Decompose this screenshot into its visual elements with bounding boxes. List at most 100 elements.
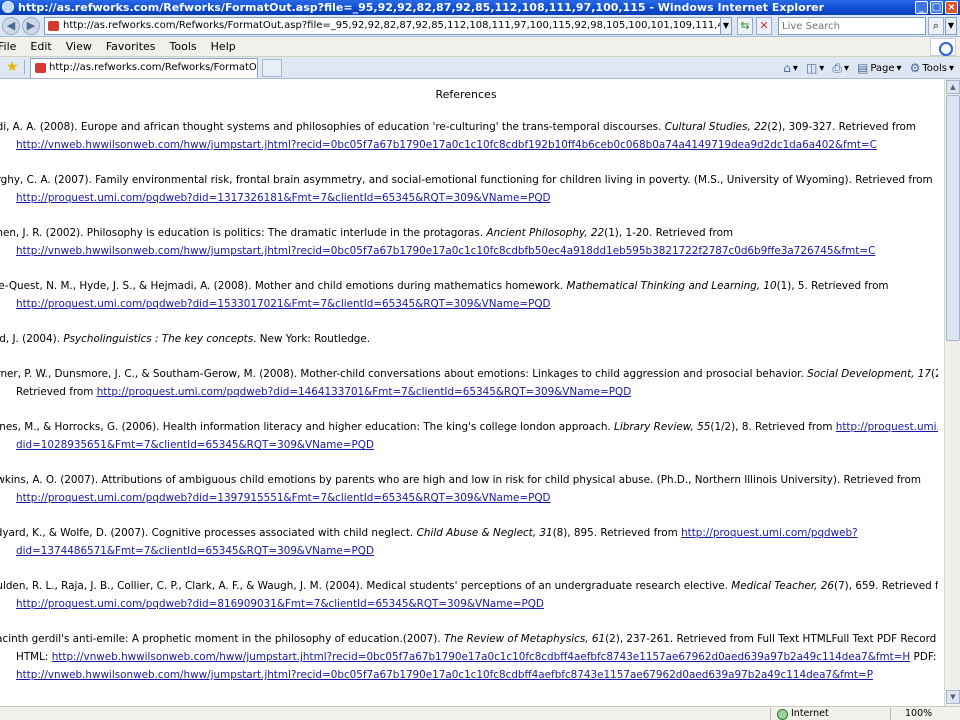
reference-link[interactable]: http://proquest.umi.com/pqdweb?did=81690… <box>16 598 544 610</box>
scroll-up-button[interactable]: ▲ <box>946 80 960 94</box>
search-button[interactable]: ⌕ <box>928 17 944 35</box>
search-input[interactable] <box>778 17 926 35</box>
print-icon: ⎙ <box>832 60 842 75</box>
feeds-button[interactable]: ◫ ▾ <box>806 61 824 75</box>
reference-entry: oulden, R. L., Raja, J. B., Collier, C. … <box>0 577 938 613</box>
scroll-down-button[interactable]: ▼ <box>946 690 960 704</box>
tab-favicon-icon <box>35 63 46 73</box>
reference-link[interactable]: http://proquest.umi.com/pqdweb?did=13979… <box>16 492 551 504</box>
reference-line: did=1028935651&Fmt=7&clientId=65345&RQT=… <box>0 436 938 454</box>
reference-line: yacinth gerdil's anti-emile: A prophetic… <box>0 630 938 648</box>
reference-text: awkins, A. O. (2007). Attributions of am… <box>0 474 921 486</box>
menu-edit[interactable]: Edit <box>23 37 58 57</box>
reference-source-title: Mathematical Thinking and Learning, 10 <box>566 280 777 292</box>
minimize-button[interactable]: _ <box>915 1 928 14</box>
vertical-scrollbar[interactable]: ▲ ▼ <box>944 79 960 706</box>
address-toolbar: ◀ ▶ http://as.refworks.com/Refworks/Form… <box>0 15 960 37</box>
reference-source-title: Ancient Philosophy, 22 <box>486 227 605 239</box>
reference-text: (1), 1-20. Retrieved from <box>604 227 734 239</box>
new-tab-button[interactable] <box>262 59 282 77</box>
feeds-icon: ◫ <box>805 61 818 75</box>
reference-source-title: Cultural Studies, 22 <box>664 121 768 133</box>
reference-entry: awkins, A. O. (2007). Attributions of am… <box>0 471 938 507</box>
page-favicon-icon <box>48 21 59 31</box>
tab-label: http://as.refworks.com/Refworks/FormatOu… <box>49 62 257 73</box>
reference-text: (2), 309-327. Retrieved from <box>767 121 917 133</box>
reference-line: urghy, C. A. (2007). Family environmenta… <box>0 171 938 189</box>
reference-line: http://proquest.umi.com/pqdweb?did=15330… <box>0 295 938 313</box>
home-button[interactable]: ⌂ ▾ <box>783 61 798 75</box>
address-dropdown-button[interactable]: ▼ <box>720 17 732 35</box>
reference-text: (1/2), 8. Retrieved from <box>710 421 836 433</box>
menu-help[interactable]: Help <box>204 37 243 57</box>
menu-file[interactable]: File <box>0 37 23 57</box>
reference-entry: aines, M., & Horrocks, G. (2006). Health… <box>0 418 938 454</box>
refresh-button[interactable]: ⇆ <box>737 17 753 35</box>
reference-link[interactable]: did=1028935651&Fmt=7&clientId=65345&RQT=… <box>16 439 374 451</box>
search-options-button[interactable]: ▼ <box>945 17 957 35</box>
favorites-star-icon[interactable]: ★ <box>6 59 22 75</box>
menu-bar: File Edit View Favorites Tools Help <box>0 37 960 57</box>
page-menu-button[interactable]: ▤ Page ▾ <box>857 61 902 75</box>
reference-link[interactable]: http://proquest.umi.com/pqdweb?did=13173… <box>16 192 551 204</box>
reference-entry: lse-Quest, N. M., Hyde, J. S., & Hejmadi… <box>0 277 938 313</box>
menu-favorites[interactable]: Favorites <box>99 37 163 57</box>
reference-line: http://proquest.umi.com/pqdweb?did=13979… <box>0 489 938 507</box>
address-input[interactable]: http://as.refworks.com/Refworks/FormatOu… <box>44 17 732 35</box>
reference-line: Retrieved from http://proquest.umi.com/p… <box>0 383 938 401</box>
reference-text: (7), 659. Retrieved from <box>834 580 938 592</box>
reference-text: (2), 237-261. Retrieved from Full Text H… <box>605 633 938 645</box>
reference-link[interactable]: http://vnweb.hwwilsonweb.com/hww/jumpsta… <box>52 651 911 663</box>
reference-link[interactable]: http://proquest.umi.com/pqdweb?did=15330… <box>16 298 551 310</box>
reference-text: bdi, A. A. (2008). Europe and african th… <box>0 121 665 133</box>
status-bar: Internet 100% <box>0 706 960 720</box>
reference-text: ohen, J. R. (2002). Philosophy is educat… <box>0 227 487 239</box>
zoom-level[interactable]: 100% <box>895 707 932 720</box>
reference-line: aines, M., & Horrocks, G. (2006). Health… <box>0 418 938 436</box>
reference-entry: ohen, J. R. (2002). Philosophy is educat… <box>0 224 938 260</box>
ie-logo-icon <box>930 38 956 56</box>
reference-line: awkins, A. O. (2007). Attributions of am… <box>0 471 938 489</box>
reference-source-title: The Review of Metaphysics, 61 <box>443 633 606 645</box>
reference-link[interactable]: http://vnweb.hwwilsonweb.com/hww/jumpsta… <box>16 139 877 151</box>
reference-text: HTML: <box>16 651 52 663</box>
menu-tools[interactable]: Tools <box>163 37 204 57</box>
reference-line: http://proquest.umi.com/pqdweb?did=81690… <box>0 595 938 613</box>
scrollbar-thumb[interactable] <box>946 95 960 341</box>
reference-link[interactable]: http://proquest.umi.com/pqdweb?did=14641… <box>97 386 632 398</box>
add-favorites-icon[interactable] <box>24 60 28 74</box>
reference-line: eld, J. (2004). Psycholinguistics : The … <box>0 330 938 348</box>
reference-text: oulden, R. L., Raja, J. B., Collier, C. … <box>0 580 732 592</box>
status-divider <box>890 708 891 720</box>
maximize-button[interactable]: □ <box>930 1 943 14</box>
reference-text: (1), 5. Retrieved from <box>776 280 889 292</box>
reference-line: bdi, A. A. (2008). Europe and african th… <box>0 118 938 136</box>
page-content: References bdi, A. A. (2008). Europe and… <box>0 79 944 706</box>
status-divider <box>770 708 771 720</box>
reference-link[interactable]: did=1374486571&Fmt=7&clientId=65345&RQT=… <box>16 545 374 557</box>
reference-line: http://vnweb.hwwilsonweb.com/hww/jumpsta… <box>0 136 938 154</box>
reference-text: PDF: <box>910 651 937 663</box>
back-button[interactable]: ◀ <box>2 17 20 35</box>
reference-line: oulden, R. L., Raja, J. B., Collier, C. … <box>0 577 938 595</box>
reference-link[interactable]: http://vnweb.hwwilsonweb.com/hww/jumpsta… <box>16 245 875 257</box>
menu-view[interactable]: View <box>59 37 99 57</box>
reference-text: arner, P. W., Dunsmore, J. C., & Southam… <box>0 368 808 380</box>
reference-link[interactable]: http://proquest.umi.com/pqdweb? <box>681 527 858 539</box>
close-button[interactable]: × <box>945 1 958 14</box>
reference-text: (2), 259. <box>931 368 938 380</box>
reference-line: http://proquest.umi.com/pqdweb?did=13173… <box>0 189 938 207</box>
ie-icon <box>2 1 14 13</box>
reference-entry: bdi, A. A. (2008). Europe and african th… <box>0 118 938 154</box>
print-button[interactable]: ⎙ ▾ <box>832 61 849 76</box>
reference-text: lse-Quest, N. M., Hyde, J. S., & Hejmadi… <box>0 280 567 292</box>
forward-button[interactable]: ▶ <box>22 17 40 35</box>
reference-line: http://vnweb.hwwilsonweb.com/hww/jumpsta… <box>0 242 938 260</box>
security-zone[interactable]: Internet <box>775 707 829 720</box>
reference-link[interactable]: http://proquest.umi.com/pqdweb? <box>836 421 938 433</box>
reference-link[interactable]: http://vnweb.hwwilsonweb.com/hww/jumpsta… <box>16 669 873 681</box>
stop-button[interactable]: ✕ <box>756 17 772 35</box>
reference-line: lse-Quest, N. M., Hyde, J. S., & Hejmadi… <box>0 277 938 295</box>
tools-menu-button[interactable]: ⚙ Tools ▾ <box>910 61 954 75</box>
tab-active[interactable]: http://as.refworks.com/Refworks/FormatOu… <box>30 58 258 78</box>
